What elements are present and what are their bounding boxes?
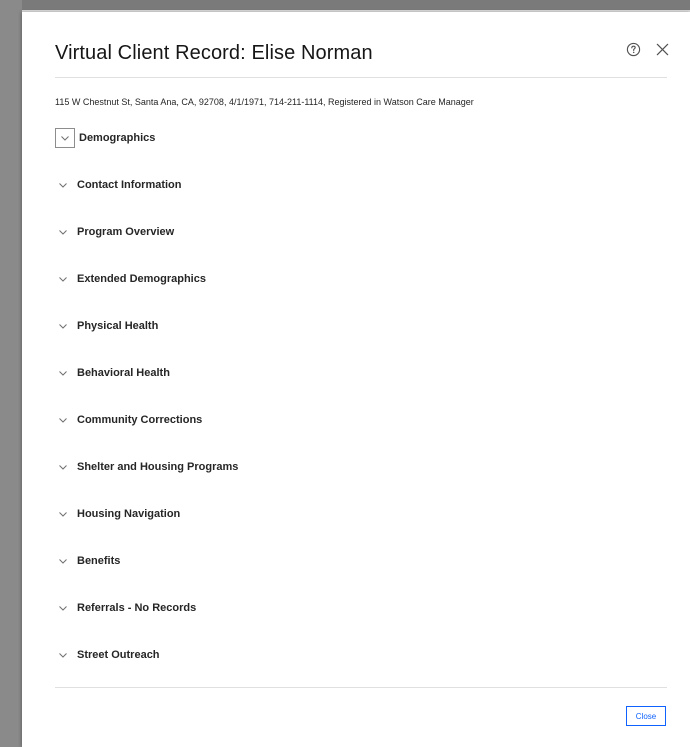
footer-divider (55, 687, 667, 688)
header-icons (626, 42, 670, 57)
accordion-section-label: Behavioral Health (77, 367, 170, 379)
client-details-subtitle: 115 W Chestnut St, Santa Ana, CA, 92708,… (55, 97, 474, 107)
accordion-section[interactable]: Demographics (55, 128, 655, 177)
accordion-section[interactable]: Program Overview (55, 224, 655, 271)
help-circle-icon[interactable] (626, 42, 641, 57)
accordion-section[interactable]: Shelter and Housing Programs (55, 459, 655, 506)
chevron-down-icon[interactable] (55, 412, 71, 428)
accordion-section-label: Benefits (77, 555, 121, 567)
chevron-down-icon[interactable] (55, 647, 71, 663)
close-button[interactable]: Close (626, 706, 666, 726)
accordion-section[interactable]: Community Corrections (55, 412, 655, 459)
accordion-section-label: Extended Demographics (77, 273, 206, 285)
virtual-client-record-modal: Virtual Client Record: Elise Norman 115 … (22, 12, 690, 747)
chevron-down-icon[interactable] (55, 365, 71, 381)
accordion-section[interactable]: Behavioral Health (55, 365, 655, 412)
accordion-section-label: Housing Navigation (77, 508, 181, 520)
accordion-section[interactable]: Housing Navigation (55, 506, 655, 553)
modal-title: Virtual Client Record: Elise Norman (55, 42, 373, 64)
chevron-down-icon[interactable] (55, 128, 75, 148)
accordion-section[interactable]: Extended Demographics (55, 271, 655, 318)
accordion-section-label: Referrals - No Records (77, 602, 197, 614)
accordion-section-label: Shelter and Housing Programs (77, 461, 239, 473)
accordion-section-label: Street Outreach (77, 649, 160, 661)
chevron-down-icon[interactable] (55, 271, 71, 287)
accordion-section-label: Demographics (79, 132, 156, 144)
chevron-down-icon[interactable] (55, 459, 71, 475)
backdrop-top-bar (0, 0, 690, 10)
chevron-down-icon[interactable] (55, 600, 71, 616)
close-x-icon[interactable] (655, 42, 670, 57)
accordion-section-label: Contact Information (77, 179, 182, 191)
chevron-down-icon[interactable] (55, 553, 71, 569)
chevron-down-icon[interactable] (55, 177, 71, 193)
header-divider (55, 77, 667, 78)
accordion-section[interactable]: Benefits (55, 553, 655, 600)
chevron-down-icon[interactable] (55, 224, 71, 240)
chevron-down-icon[interactable] (55, 318, 71, 334)
section-accordion-list: Demographics Contact Information Program O… (55, 128, 655, 694)
backdrop-left-bar (0, 0, 22, 747)
modal-header: Virtual Client Record: Elise Norman (55, 42, 670, 82)
accordion-section[interactable]: Contact Information (55, 177, 655, 224)
accordion-section-label: Physical Health (77, 320, 159, 332)
accordion-section[interactable]: Referrals - No Records (55, 600, 655, 647)
accordion-section-label: Community Corrections (77, 414, 203, 426)
accordion-section-label: Program Overview (77, 226, 175, 238)
chevron-down-icon[interactable] (55, 506, 71, 522)
accordion-section[interactable]: Physical Health (55, 318, 655, 365)
